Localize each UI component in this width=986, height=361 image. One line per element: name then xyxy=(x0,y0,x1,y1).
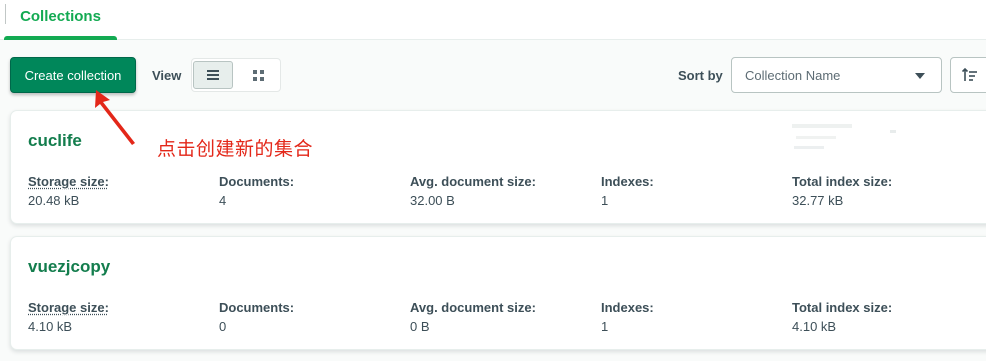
sort-by-label: Sort by xyxy=(678,68,723,83)
storage-size-label: Storage size: xyxy=(28,300,109,315)
documents-stat: Documents: 0 xyxy=(219,300,294,334)
storage-size-value: 20.48 kB xyxy=(28,193,80,208)
documents-value: 4 xyxy=(219,193,227,208)
total-index-size-stat: Total index size: 32.77 kB xyxy=(792,174,892,208)
tab-collections-label: Collections xyxy=(20,8,101,25)
total-index-size-label: Total index size: xyxy=(792,174,893,189)
total-index-size-stat: Total index size: 4.10 kB xyxy=(792,300,892,334)
avg-document-size-value: 32.00 B xyxy=(410,193,455,208)
indexes-stat: Indexes: 1 xyxy=(601,300,654,334)
indexes-stat: Indexes: 1 xyxy=(601,174,654,208)
annotation-text: 点击创建新的集合 xyxy=(157,138,314,160)
documents-label: Documents: xyxy=(219,174,295,189)
storage-size-label: Storage size: xyxy=(28,174,109,189)
storage-size-stat: Storage size: 20.48 kB xyxy=(28,174,109,208)
grid-icon xyxy=(252,69,264,81)
sort-ascending-icon xyxy=(962,67,977,81)
avg-document-size-value: 0 B xyxy=(410,319,430,334)
documents-label: Documents: xyxy=(219,300,295,315)
avg-document-size-label: Avg. document size: xyxy=(410,174,536,189)
indexes-label: Indexes: xyxy=(601,174,654,189)
collection-name-link[interactable]: cuclife xyxy=(28,131,82,151)
collection-card[interactable]: vuezjcopy Storage size: 4.10 kB Document… xyxy=(10,236,986,350)
sort-select-value: Collection Name xyxy=(745,68,841,83)
redaction-smudge xyxy=(792,124,896,149)
sort-direction-button[interactable] xyxy=(950,57,986,93)
sort-select[interactable]: Collection Name xyxy=(731,57,942,93)
storage-size-value: 4.10 kB xyxy=(28,319,73,334)
avg-document-size-label: Avg. document size: xyxy=(410,300,536,315)
list-icon xyxy=(207,70,219,80)
documents-value: 0 xyxy=(219,319,227,334)
view-label: View xyxy=(152,68,182,83)
tab-active-indicator xyxy=(4,36,117,40)
indexes-label: Indexes: xyxy=(601,300,654,315)
avg-document-size-stat: Avg. document size: 0 B xyxy=(410,300,536,334)
indexes-value: 1 xyxy=(601,319,609,334)
avg-document-size-stat: Avg. document size: 32.00 B xyxy=(410,174,536,208)
total-index-size-label: Total index size: xyxy=(792,300,893,315)
tab-bar: Collections xyxy=(0,0,986,40)
caret-down-icon xyxy=(915,73,925,79)
storage-size-stat: Storage size: 4.10 kB xyxy=(28,300,109,334)
documents-stat: Documents: 4 xyxy=(219,174,294,208)
tab-collections[interactable]: Collections xyxy=(4,0,117,40)
total-index-size-value: 4.10 kB xyxy=(792,319,837,334)
list-view-button[interactable] xyxy=(193,61,233,89)
collection-name-link[interactable]: vuezjcopy xyxy=(28,257,110,277)
total-index-size-value: 32.77 kB xyxy=(792,193,844,208)
grid-view-button[interactable] xyxy=(238,61,278,89)
annotation-arrow-icon xyxy=(95,90,135,145)
view-toggle-group xyxy=(191,58,281,92)
indexes-value: 1 xyxy=(601,193,609,208)
